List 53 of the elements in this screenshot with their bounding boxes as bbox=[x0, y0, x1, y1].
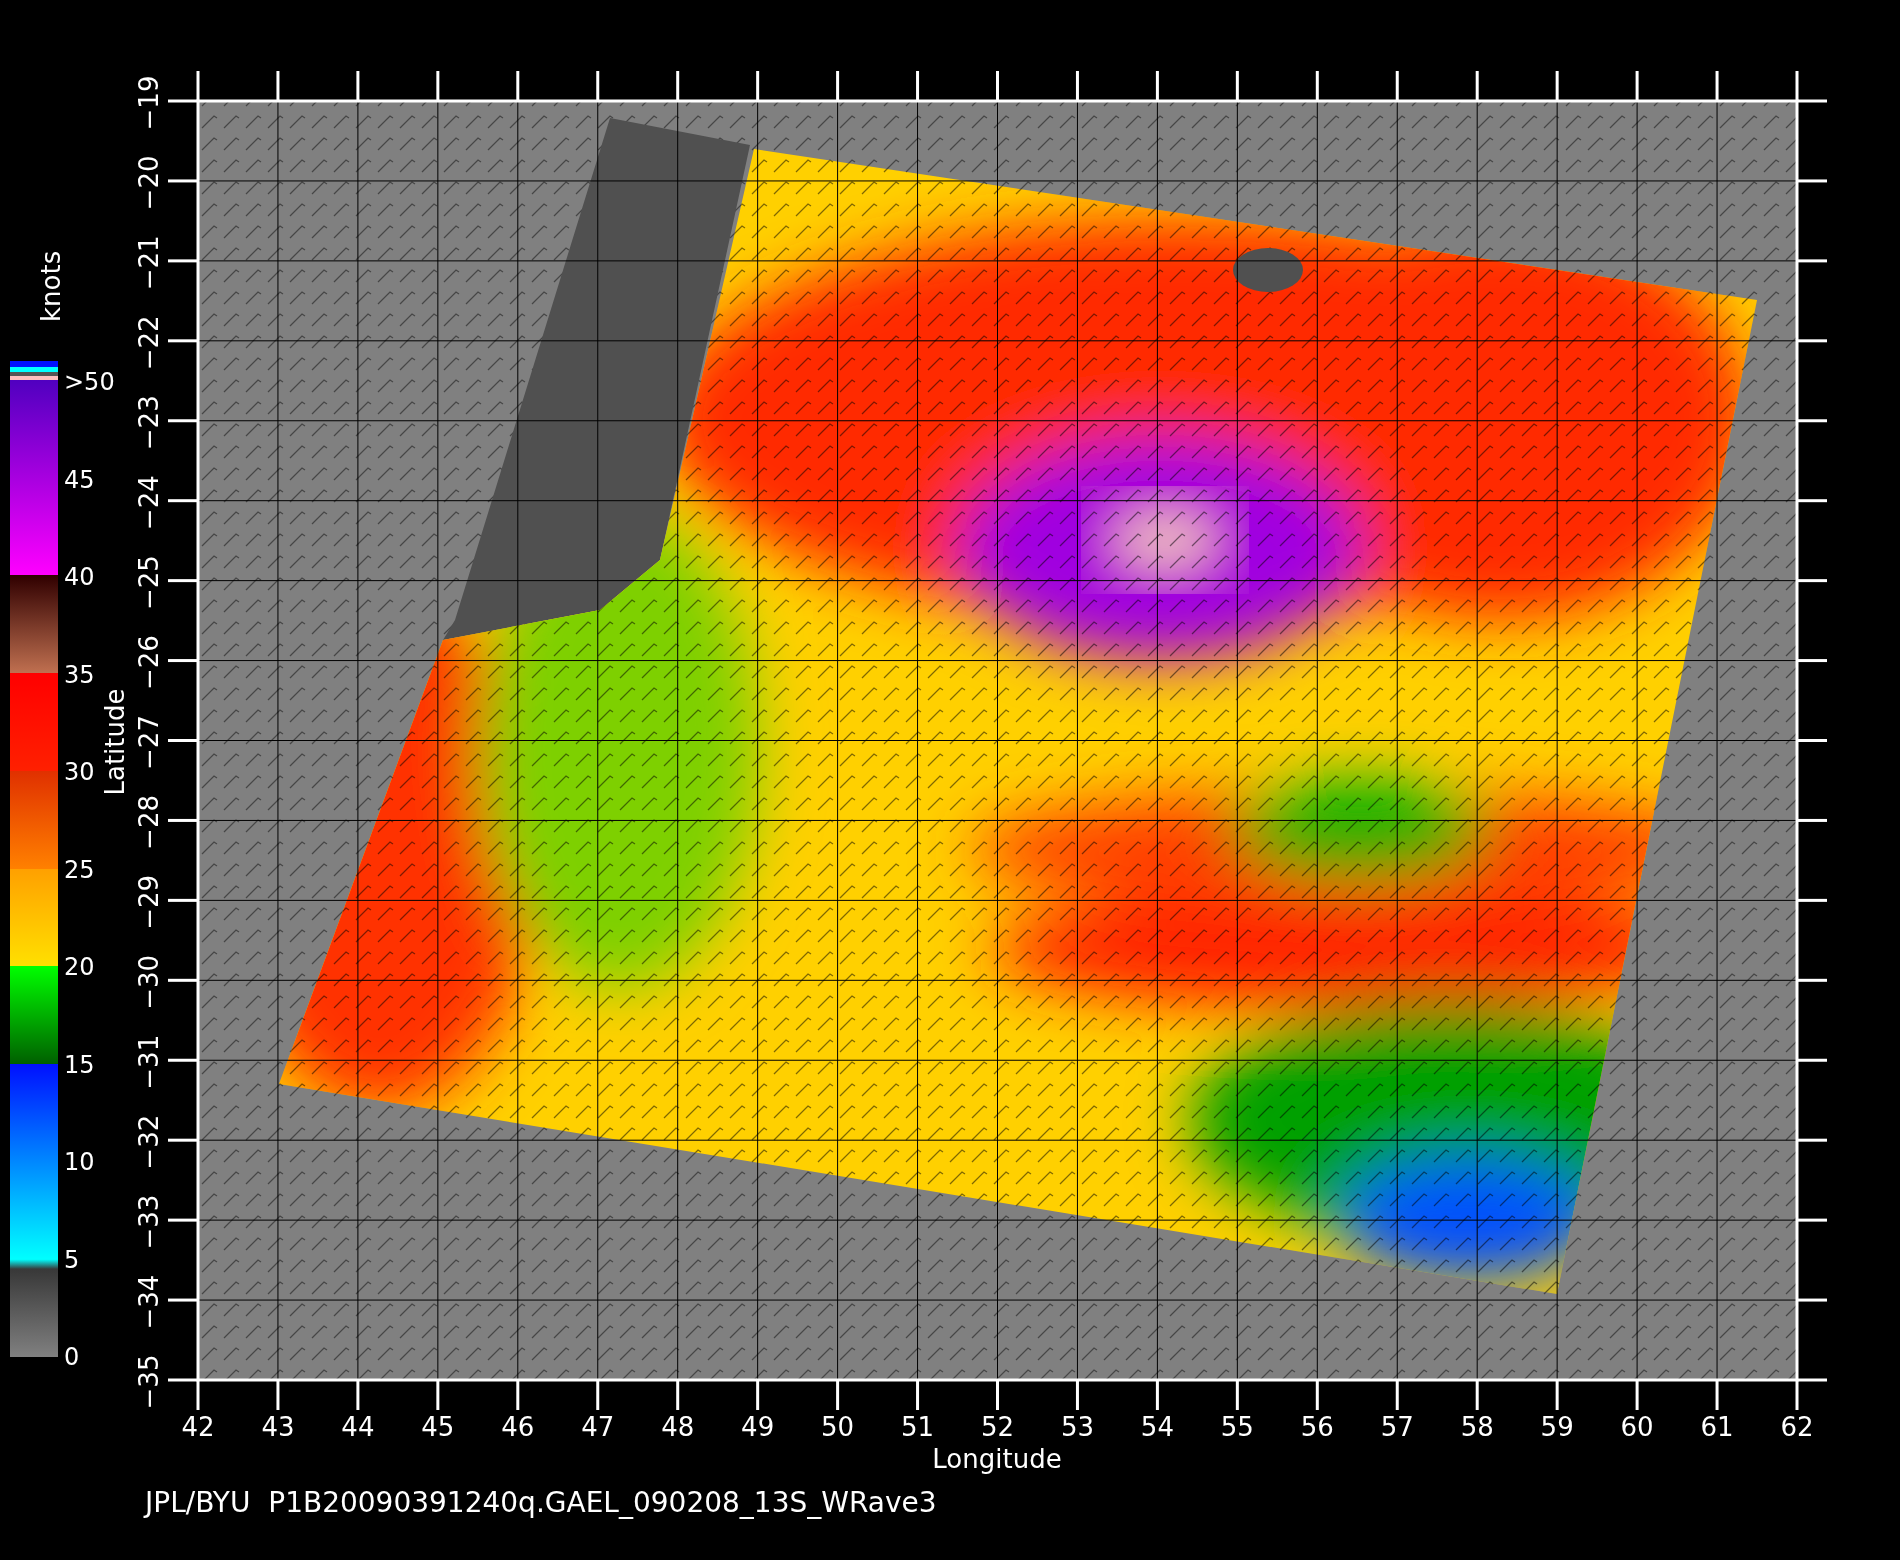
colorbar-tick-label: 5 bbox=[64, 1245, 80, 1274]
latitude-tick-label: −35 bbox=[134, 1354, 164, 1410]
longitude-tick-label: 62 bbox=[1780, 1412, 1814, 1442]
longitude-tick-label: 58 bbox=[1460, 1412, 1494, 1442]
longitude-tick-label: 49 bbox=[741, 1412, 775, 1442]
longitude-tick-label: 42 bbox=[181, 1412, 215, 1442]
colorbar-tick-label: 45 bbox=[64, 465, 95, 494]
latitude-tick-label: −24 bbox=[134, 475, 164, 531]
colorbar-tick-label: 30 bbox=[64, 758, 95, 786]
longitude-tick-label: 46 bbox=[501, 1412, 535, 1442]
x-axis-title: Longitude bbox=[932, 1444, 1062, 1474]
figure-caption: JPL/BYU P1B20090391240q.GAEL_090208_13S_WRave3 bbox=[145, 1486, 937, 1519]
longitude-tick-label: 56 bbox=[1300, 1412, 1334, 1442]
latitude-tick-label: −27 bbox=[134, 715, 164, 770]
longitude-tick-label: 43 bbox=[261, 1412, 295, 1442]
longitude-tick-label: 60 bbox=[1620, 1412, 1654, 1442]
colorbar-tick-label: 40 bbox=[64, 563, 95, 591]
latitude-tick-label: −34 bbox=[134, 1274, 164, 1330]
colorbar-tick-label: 10 bbox=[64, 1148, 95, 1176]
latitude-tick-label: −33 bbox=[134, 1194, 164, 1250]
colorbar-tick-label: 20 bbox=[64, 953, 95, 981]
latitude-tick-label: −21 bbox=[134, 235, 164, 291]
latitude-tick-label: −20 bbox=[134, 155, 164, 211]
latitude-tick-label: −28 bbox=[134, 795, 164, 850]
colorbar-tick-label: 15 bbox=[64, 1050, 95, 1079]
longitude-tick-label: 50 bbox=[821, 1412, 855, 1442]
longitude-tick-label: 61 bbox=[1700, 1412, 1734, 1442]
longitude-tick-label: 57 bbox=[1380, 1412, 1414, 1442]
longitude-tick-label: 53 bbox=[1060, 1412, 1094, 1442]
latitude-tick-label: −29 bbox=[134, 874, 164, 930]
latitude-tick-label: −25 bbox=[134, 555, 164, 611]
longitude-tick-label: 54 bbox=[1140, 1412, 1174, 1442]
longitude-tick-label: 52 bbox=[980, 1412, 1015, 1442]
longitude-tick-label: 48 bbox=[661, 1412, 695, 1442]
colorbar-tick-label: 25 bbox=[64, 855, 95, 884]
latitude-tick-label: −30 bbox=[134, 954, 164, 1010]
colorbar-unit-label: knots bbox=[36, 250, 66, 322]
latitude-tick-label: −31 bbox=[134, 1034, 164, 1090]
y-axis-title: Latitude bbox=[100, 688, 130, 796]
longitude-tick-label: 51 bbox=[901, 1412, 935, 1442]
colorbar-tick-label: 35 bbox=[64, 660, 95, 689]
latitude-tick-label: −26 bbox=[134, 635, 164, 690]
latitude-tick-label: −22 bbox=[134, 315, 164, 371]
colorbar-tick-label: >50 bbox=[64, 368, 115, 396]
longitude-tick-label: 47 bbox=[581, 1412, 615, 1442]
latitude-tick-label: −23 bbox=[134, 395, 164, 451]
colorbar-tick-label: 0 bbox=[64, 1343, 80, 1371]
latitude-tick-label: −32 bbox=[134, 1114, 164, 1170]
longitude-tick-label: 55 bbox=[1220, 1412, 1254, 1442]
longitude-tick-label: 44 bbox=[341, 1412, 375, 1442]
longitude-tick-label: 45 bbox=[421, 1412, 455, 1442]
latitude-tick-label: −19 bbox=[134, 75, 164, 131]
longitude-tick-label: 59 bbox=[1540, 1412, 1574, 1442]
